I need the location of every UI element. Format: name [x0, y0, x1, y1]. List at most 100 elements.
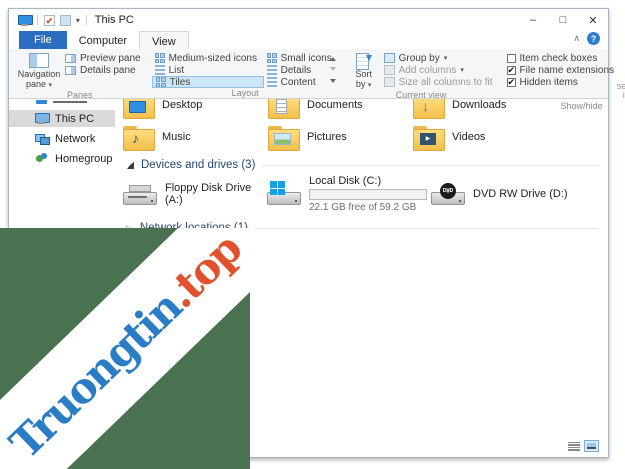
hidden-items-checkbox[interactable]: ✔ Hidden items: [504, 76, 608, 88]
layout-content[interactable]: Content: [264, 76, 326, 88]
details-pane-icon: [65, 65, 76, 75]
local-disk-icon: [267, 181, 301, 207]
list-view-icon: [154, 65, 165, 75]
group-label-layout: Layout: [231, 88, 259, 98]
folder-tile-videos[interactable]: ▶ Videos: [413, 122, 558, 152]
sort-by-button[interactable]: Sort by ▾: [347, 52, 381, 90]
computer-icon: [18, 14, 33, 26]
tab-file[interactable]: File: [19, 31, 67, 49]
sort-by-icon: [355, 53, 372, 70]
watermark-text: Truongtin.top: [0, 228, 250, 468]
preview-pane-label: Preview pane: [80, 52, 141, 64]
folder-tile-downloads[interactable]: ↓ Downloads: [413, 99, 558, 120]
close-button[interactable]: ✕: [578, 9, 608, 31]
size-columns-icon: [383, 77, 395, 87]
folder-tile-pictures[interactable]: Pictures: [268, 122, 413, 152]
large-icons-view-toggle-icon[interactable]: [584, 440, 599, 452]
drive-tile-local-disk-c[interactable]: Local Disk (C:) 22.1 GB free of 59.2 GB: [267, 175, 431, 213]
details-view-icon: [266, 65, 277, 75]
clipped-label-fragment: [53, 101, 87, 103]
preview-pane-button[interactable]: Preview pane: [62, 52, 144, 64]
tab-view[interactable]: View: [139, 31, 189, 49]
folder-tile-documents[interactable]: Documents: [268, 99, 413, 120]
watermark-stripe: Truongtin.top: [0, 228, 250, 469]
window-title: This PC: [94, 14, 134, 26]
ribbon-tab-row: File Computer View ∧ ?: [9, 31, 608, 49]
devices-and-drives-header[interactable]: Devices and drives (3): [125, 159, 608, 171]
help-icon[interactable]: ?: [587, 32, 600, 45]
desktop-folder-icon: [123, 99, 155, 119]
window-controls: – □ ✕: [518, 9, 608, 31]
sidebar-item-homegroup[interactable]: Homegroup: [9, 150, 115, 167]
file-name-extensions-checkbox[interactable]: ✔ File name extensions: [504, 64, 614, 76]
tiles-view-icon: [155, 77, 166, 87]
floppy-drive-icon: [123, 181, 157, 207]
ribbon-group-panes: Navigation pane ▾ Preview pane Details p…: [13, 51, 147, 101]
size-all-columns-button: Size all columns to fit: [381, 76, 496, 88]
videos-folder-icon: ▶: [413, 125, 445, 151]
documents-folder-icon: [268, 99, 300, 119]
folders-row-1: Desktop Documents ↓ Downloads: [123, 99, 608, 122]
item-check-boxes-checkbox[interactable]: Item check boxes: [504, 52, 608, 64]
folder-tile-music[interactable]: ♪ Music: [123, 122, 268, 152]
navigation-pane-button[interactable]: Navigation pane ▾: [16, 52, 62, 90]
new-folder-icon[interactable]: [59, 14, 71, 26]
tab-computer[interactable]: Computer: [67, 31, 139, 49]
medium-icons-icon: [154, 53, 165, 63]
hide-selected-items-button: Hide selected items: [616, 71, 625, 100]
onedrive-icon-fragment: [36, 100, 47, 104]
drives-row: Floppy Disk Drive (A:) Local Disk (C:) 2…: [123, 175, 608, 213]
maximize-button[interactable]: □: [548, 9, 578, 31]
add-columns-icon: [383, 65, 395, 75]
quick-access-toolbar: | ✔ ▾ |: [9, 14, 88, 26]
group-by-icon: [383, 53, 395, 63]
downloads-folder-icon: ↓: [413, 99, 445, 119]
separator: |: [84, 14, 88, 26]
chevron-down-icon: ▾: [48, 81, 53, 89]
small-icons-icon: [266, 53, 277, 63]
layout-list[interactable]: List: [152, 64, 264, 76]
properties-check-icon[interactable]: ✔: [43, 14, 55, 26]
preview-pane-icon: [65, 53, 76, 63]
windows-logo-icon: [270, 181, 285, 195]
gallery-scroll-down-icon[interactable]: [330, 66, 337, 74]
navigation-pane-label2: pane ▾: [25, 78, 53, 89]
sidebar-item-this-pc[interactable]: This PC: [9, 110, 115, 127]
checkbox-icon: [506, 53, 516, 63]
checkbox-checked-icon: ✔: [506, 64, 516, 75]
drive-tile-dvd-d[interactable]: DVD DVD RW Drive (D:): [431, 175, 601, 213]
free-space-text: 22.1 GB free of 59.2 GB: [309, 202, 417, 213]
folders-row-2: ♪ Music Pictures ▶ Videos: [123, 122, 608, 154]
sidebar-item-network[interactable]: Network: [9, 130, 115, 147]
chevron-down-icon: ▾: [460, 67, 464, 74]
details-pane-label: Details pane: [80, 64, 136, 76]
details-view-toggle-icon[interactable]: [568, 441, 580, 452]
title-bar: | ✔ ▾ | This PC – □ ✕: [9, 9, 608, 31]
dvd-drive-icon: DVD: [431, 181, 465, 207]
layout-tiles[interactable]: Tiles: [151, 76, 264, 88]
gallery-expand-icon[interactable]: [330, 79, 337, 86]
layout-details[interactable]: Details: [264, 64, 326, 76]
expanded-triangle-icon: [127, 161, 134, 169]
gallery-scroll-up-icon[interactable]: [330, 54, 337, 61]
group-by-button[interactable]: Group by ▾: [381, 52, 496, 64]
minimize-button[interactable]: –: [518, 9, 548, 31]
add-columns-button: Add columns ▾: [381, 64, 496, 76]
layout-small-icons[interactable]: Small icons: [264, 52, 332, 64]
ribbon-tools: ∧ ?: [573, 32, 600, 45]
layout-medium-icons[interactable]: Medium-sized icons: [152, 52, 264, 64]
header-rule: [262, 164, 598, 166]
minimize-ribbon-icon[interactable]: ∧: [573, 33, 580, 44]
content-view-icon: [266, 77, 277, 87]
checkbox-checked-icon: ✔: [506, 76, 516, 87]
homegroup-icon: [35, 153, 48, 164]
music-folder-icon: ♪: [123, 125, 155, 151]
chevron-down-icon: ▾: [443, 55, 448, 62]
details-pane-button[interactable]: Details pane: [62, 64, 144, 76]
sidebar-item-clipped: [9, 99, 117, 104]
ribbon-group-current-view: Sort by ▾ Group by ▾ Add columns ▾ Size …: [344, 51, 499, 101]
folder-tile-desktop[interactable]: Desktop: [123, 99, 268, 120]
dvd-disc-icon: DVD: [440, 183, 456, 199]
drive-tile-floppy-a[interactable]: Floppy Disk Drive (A:): [123, 175, 267, 213]
customize-qat-dropdown-icon[interactable]: ▾: [76, 16, 80, 25]
